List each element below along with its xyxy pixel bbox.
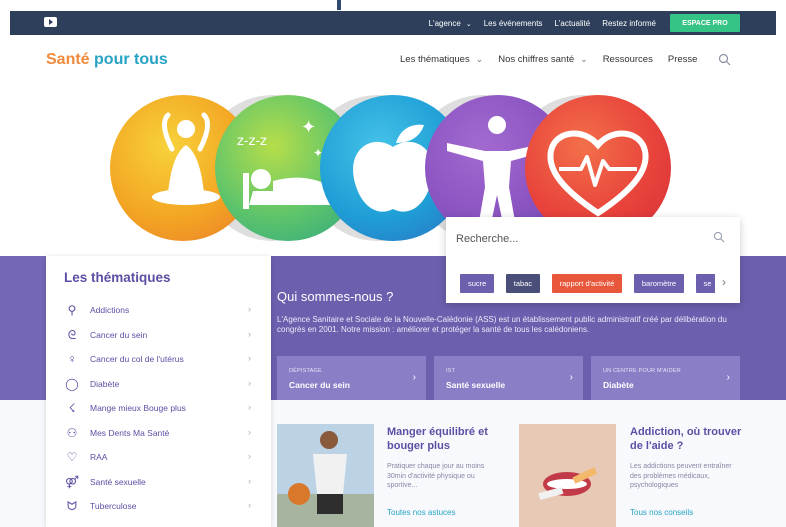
pill-icon: ⚲ — [67, 303, 77, 317]
top-link-agence[interactable]: L'agence ⌄ — [429, 19, 472, 28]
chevron-right-icon: › — [248, 500, 251, 510]
suggestion-chip[interactable]: baromètre — [633, 274, 685, 293]
band-left-edge — [0, 256, 46, 400]
search-panel: sucre tabac rapport d'activité baromètre… — [446, 217, 740, 303]
chevron-right-icon: › — [726, 372, 730, 383]
thematiques-list: ⚲ Addictions › ᘓ Cancer du sein › ♀ Cancer du… — [46, 298, 271, 519]
search-suggestions: sucre tabac rapport d'activité baromètre… — [460, 273, 715, 293]
chevron-right-icon: › — [248, 451, 251, 461]
card-title: Santé sexuelle — [446, 380, 506, 390]
chevron-right-icon: › — [569, 372, 573, 383]
site-logo[interactable]: Santé pour tous — [46, 51, 168, 69]
card-title: Cancer du sein — [289, 380, 350, 390]
chevron-right-icon[interactable]: › — [722, 275, 726, 289]
thematique-item[interactable]: ⚇ Mes Dents Ma Santé › — [46, 421, 271, 446]
card-diabete[interactable]: UN CENTRE POUR M'AIDER Diabète › — [591, 356, 740, 400]
article-title[interactable]: Addiction, où trouver de l'aide ? — [630, 425, 745, 453]
chevron-right-icon: › — [248, 475, 251, 486]
article-excerpt: Pratiquer chaque jour au moins 30min d'a… — [387, 463, 485, 489]
ribbon-icon: ᘓ — [67, 327, 77, 342]
chevron-right-icon: › — [248, 377, 251, 388]
card-title: Diabète — [603, 380, 634, 390]
thematiques-title: Les thématiques — [64, 270, 171, 285]
article-link[interactable]: Toutes nos astuces — [387, 508, 455, 517]
couple-icon: ⚤ — [64, 474, 80, 489]
chevron-right-icon: › — [248, 304, 251, 314]
card-subtitle: DÉPISTAGE — [289, 368, 322, 374]
nav-item-presse[interactable]: Presse — [668, 54, 698, 65]
chevron-right-icon: › — [248, 328, 251, 339]
top-link-evenements[interactable]: Les événements — [484, 19, 543, 28]
youtube-icon[interactable] — [44, 17, 57, 27]
heart-icon: ♡ — [66, 450, 78, 464]
page: { "topbar": { "links": [ {"label": "L'ag… — [0, 0, 786, 527]
thematique-item[interactable]: ⚤ Santé sexuelle › — [46, 470, 271, 495]
top-link-restez-informe[interactable]: Restez informé — [602, 19, 656, 28]
card-cancer-du-sein[interactable]: DÉPISTAGE Cancer du sein › — [277, 356, 426, 400]
thematique-item[interactable]: ♀ Cancer du col de l'utérus › — [46, 347, 271, 372]
top-bar: L'agence ⌄ Les événements L'actualité Res… — [10, 11, 776, 35]
drop-icon: ◯ — [65, 376, 79, 391]
svg-text:z-z-z: z-z-z — [237, 134, 267, 149]
female-icon: ♀ — [67, 352, 77, 366]
search-icon[interactable] — [713, 231, 725, 243]
svg-text:✦: ✦ — [301, 117, 316, 138]
chevron-down-icon: ⌄ — [465, 20, 472, 28]
thematique-item[interactable]: ◯ Diabète › — [46, 372, 271, 397]
search-icon[interactable] — [718, 53, 731, 66]
runner-icon: ☇ — [68, 401, 76, 415]
main-nav: Les thématiques Nos chiffres santé Resso… — [400, 54, 697, 65]
nav-item-ressources[interactable]: Ressources — [603, 54, 653, 65]
suggestion-chip[interactable]: tabac — [505, 274, 541, 293]
nav-item-thematiques[interactable]: Les thématiques — [400, 54, 483, 65]
lungs-icon: ᗢ — [67, 499, 77, 513]
nav-item-chiffres-sante[interactable]: Nos chiffres santé — [498, 54, 587, 65]
thematiques-panel: Les thématiques ⚲ Addictions › ᘓ Cancer du … — [46, 256, 271, 527]
article-image-sport[interactable] — [277, 424, 374, 527]
article-excerpt: Les addictions peuvent entraîner des pro… — [630, 463, 732, 489]
card-sante-sexuelle[interactable]: IST Santé sexuelle › — [434, 356, 583, 400]
article-image-addiction[interactable] — [519, 424, 616, 527]
thematique-item[interactable]: ♡ RAA › — [46, 445, 271, 470]
thematique-item[interactable]: ᗢ Tuberculose › — [46, 494, 271, 519]
chevron-right-icon: › — [248, 426, 251, 437]
suggestion-chip[interactable]: sucre — [460, 274, 495, 293]
about-title: Qui sommes-nous ? — [277, 289, 394, 304]
thematique-item[interactable]: ⚲ Addictions › — [46, 298, 271, 323]
thematique-item[interactable]: ᘓ Cancer du sein › — [46, 323, 271, 348]
card-subtitle: IST — [446, 368, 456, 374]
article-link[interactable]: Tous nos conseils — [630, 508, 693, 517]
top-links: L'agence ⌄ Les événements L'actualité Res… — [429, 11, 656, 35]
article-title[interactable]: Manger équilibré et bouger plus — [387, 425, 502, 453]
espace-pro-button[interactable]: ESPACE PRO — [670, 14, 740, 32]
tooth-icon: ⚇ — [66, 425, 78, 440]
chevron-right-icon: › — [412, 372, 416, 383]
about-text: L'Agence Sanitaire et Sociale de la Nouv… — [277, 315, 727, 334]
chevron-right-icon: › — [248, 353, 251, 363]
thematique-item[interactable]: ☇ Mange mieux Bouge plus › — [46, 396, 271, 421]
search-input[interactable] — [456, 229, 726, 249]
top-link-actualite[interactable]: L'actualité — [554, 19, 590, 28]
chevron-right-icon: › — [248, 402, 251, 412]
suggestion-chip[interactable]: rapport d'activité — [551, 274, 623, 293]
card-subtitle: UN CENTRE POUR M'AIDER — [603, 368, 681, 374]
suggestion-chip[interactable]: se — [695, 274, 715, 293]
top-accent-line — [337, 0, 341, 10]
